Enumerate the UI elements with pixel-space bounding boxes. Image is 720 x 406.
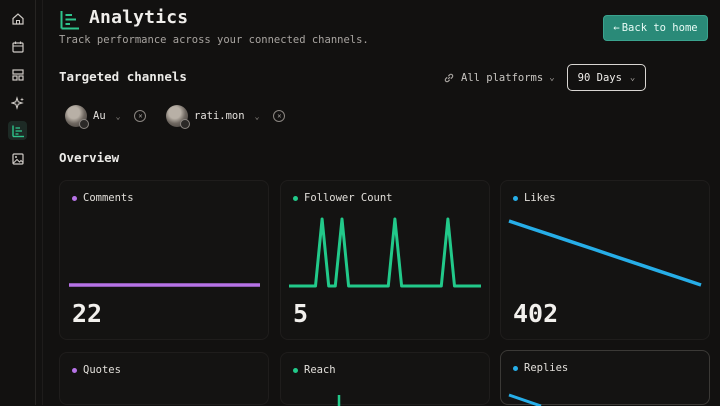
- metric-card-replies: Replies: [500, 350, 710, 406]
- channel-chip[interactable]: Au ⌄ ✕: [65, 104, 147, 129]
- targeted-channels-title: Targeted channels: [59, 69, 187, 84]
- date-range-label: 90 Days: [577, 71, 622, 84]
- link-icon: [444, 73, 454, 83]
- channel-name: rati.mon: [194, 110, 245, 122]
- metric-card-comments: Comments 22: [59, 180, 269, 340]
- back-to-home-button[interactable]: ← Back to home: [603, 15, 708, 41]
- home-icon[interactable]: [8, 9, 27, 28]
- analytics-icon[interactable]: [8, 121, 27, 140]
- platform-badge-icon: [79, 119, 89, 129]
- metric-value: 402: [513, 299, 559, 328]
- platform-filter-label: All platforms: [461, 72, 544, 84]
- remove-channel-icon[interactable]: ✕: [273, 110, 286, 122]
- avatar: [166, 105, 190, 129]
- platform-filter[interactable]: All platforms ⌄: [436, 66, 560, 90]
- sidebar: [0, 0, 36, 405]
- page-subtitle: Track performance across your connected …: [59, 34, 369, 46]
- layout-icon[interactable]: [8, 65, 27, 84]
- chevron-down-icon: ⌄: [549, 73, 555, 83]
- chevron-down-icon: ⌄: [629, 72, 636, 83]
- chevron-down-icon[interactable]: ⌄: [255, 112, 260, 121]
- remove-channel-icon[interactable]: ✕: [134, 110, 147, 122]
- date-range-select[interactable]: 90 Days ⌄: [567, 64, 646, 91]
- calendar-icon[interactable]: [8, 37, 27, 56]
- metric-card-likes: Likes 402: [500, 180, 710, 340]
- replies-chart: [508, 393, 542, 406]
- series-dot: [72, 367, 77, 373]
- analytics-title-icon: [60, 11, 79, 30]
- platform-badge-icon: [180, 119, 190, 129]
- avatar: [65, 105, 89, 129]
- content-divider: [42, 0, 43, 405]
- metric-card-follower-count: Follower Count 5: [280, 180, 490, 340]
- metric-value: 22: [72, 299, 103, 328]
- channel-name: Au: [93, 110, 106, 122]
- metric-card-reach: Reach: [280, 352, 490, 406]
- chevron-down-icon[interactable]: ⌄: [116, 112, 121, 121]
- overview-title: Overview: [59, 150, 120, 165]
- follower-count-chart: [289, 217, 481, 288]
- metric-card-quotes: Quotes: [59, 352, 269, 405]
- series-line: [508, 219, 702, 287]
- sparkles-icon[interactable]: [8, 93, 27, 112]
- back-to-home-label: Back to home: [621, 22, 698, 34]
- image-icon[interactable]: [8, 149, 27, 168]
- series-line: [289, 217, 481, 288]
- page-title: Analytics: [89, 7, 189, 28]
- arrow-left-icon: ←: [613, 22, 620, 34]
- metric-label: Quotes: [83, 364, 121, 376]
- reach-chart: [337, 395, 341, 406]
- channel-chip[interactable]: rati.mon ⌄ ✕: [166, 104, 286, 129]
- metric-value: 5: [293, 299, 309, 328]
